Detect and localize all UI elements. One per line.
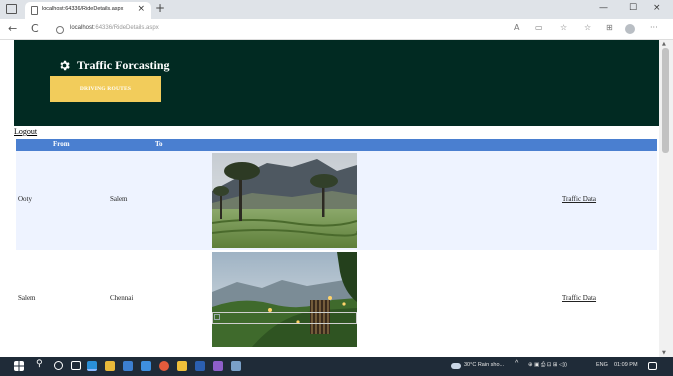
maximize-icon[interactable]: ☐ <box>629 3 637 13</box>
brand: Traffic Forcasting <box>58 58 170 73</box>
search-icon[interactable]: ⚲ <box>36 359 46 369</box>
tea-plantation-photo <box>212 153 357 248</box>
address-bar: ← C localhost:64336/RideDetails.aspx A ▭… <box>0 19 673 40</box>
read-aloud-icon[interactable]: A <box>514 23 519 32</box>
minimize-icon[interactable]: — <box>599 3 608 13</box>
close-window-icon[interactable]: × <box>653 3 661 13</box>
broken-image <box>212 312 357 324</box>
notifications-icon[interactable] <box>648 362 657 370</box>
favorites-list-icon[interactable]: ☆ <box>584 23 591 32</box>
tab-close-icon[interactable]: × <box>137 4 145 14</box>
favorites-star-icon[interactable]: ☆ <box>560 23 567 32</box>
column-header-from: From <box>53 140 70 148</box>
gear-icon <box>60 60 70 71</box>
tab-title: localhost:64336/RideDetails.aspx <box>42 6 124 12</box>
table-row: Salem Chennai Traffic Data <box>16 250 657 349</box>
table-header: From To <box>16 139 657 151</box>
broken-image-icon <box>214 314 220 320</box>
url-host: localhost <box>70 25 94 31</box>
driving-routes-button[interactable]: DRIVING ROUTES <box>50 76 161 102</box>
page-scrollbar[interactable]: ▲ ▼ <box>659 40 673 357</box>
browser-tab-bar: localhost:64336/RideDetails.aspx × + — ☐… <box>0 0 673 19</box>
back-icon[interactable]: ← <box>8 22 17 35</box>
page-viewport: Traffic Forcasting DRIVING ROUTES Logout… <box>0 40 659 357</box>
word-icon[interactable] <box>195 361 205 371</box>
traffic-data-link[interactable]: Traffic Data <box>562 294 596 302</box>
cortana-icon[interactable] <box>54 361 63 370</box>
cell-to: Chennai <box>110 294 134 302</box>
immersive-reader-icon[interactable]: ▭ <box>535 23 543 32</box>
browser-tab[interactable]: localhost:64336/RideDetails.aspx × <box>25 2 151 19</box>
site-header: Traffic Forcasting DRIVING ROUTES <box>14 40 659 126</box>
collections-icon[interactable]: ⊞ <box>606 23 613 32</box>
weather-text[interactable]: 30°C Rain sho... <box>464 362 504 368</box>
mail-icon[interactable] <box>123 361 133 371</box>
photos-icon[interactable] <box>231 361 241 371</box>
windows-icon[interactable] <box>14 361 24 371</box>
table-row: Ooty Salem Traffic Data <box>16 151 657 250</box>
scroll-up-arrow-icon[interactable]: ▲ <box>662 41 666 47</box>
show-hidden-icons-icon[interactable]: ^ <box>515 360 518 367</box>
site-info-icon[interactable] <box>56 26 64 34</box>
cell-to: Salem <box>110 195 128 203</box>
site-title: Traffic Forcasting <box>77 58 170 72</box>
page-icon <box>31 6 38 15</box>
column-header-to: To <box>155 140 163 148</box>
cell-from: Ooty <box>18 195 32 203</box>
logout-link[interactable]: Logout <box>14 127 37 136</box>
file-explorer-icon[interactable] <box>105 361 115 371</box>
tab-actions-icon[interactable] <box>6 4 17 14</box>
more-icon[interactable]: ··· <box>650 23 658 32</box>
tray-icons[interactable]: ⊕ ▣ ⎙ ⊡ ⊞ ◁)) <box>528 362 567 369</box>
profile-avatar[interactable] <box>625 24 635 34</box>
visual-studio-icon[interactable] <box>213 361 223 371</box>
weather-icon[interactable] <box>451 363 461 369</box>
store-icon[interactable] <box>141 361 151 371</box>
task-view-icon[interactable] <box>71 361 81 370</box>
url-path: :64336/RideDetails.aspx <box>93 25 159 31</box>
language-indicator[interactable]: ENG <box>596 362 608 368</box>
edge-icon[interactable] <box>87 361 97 371</box>
scroll-thumb[interactable] <box>662 48 669 153</box>
url-field[interactable]: localhost:64336/RideDetails.aspx <box>70 25 159 31</box>
clock[interactable]: 01:09 PM <box>614 362 638 368</box>
chrome-icon[interactable] <box>159 361 169 371</box>
traffic-data-link[interactable]: Traffic Data <box>562 195 596 203</box>
scroll-down-arrow-icon[interactable]: ▼ <box>662 350 666 356</box>
cell-from: Salem <box>18 294 36 302</box>
refresh-icon[interactable]: C <box>31 22 39 35</box>
hill-station-lights-photo <box>212 252 357 347</box>
taskbar: ⚲ 30°C Rain sho... ^ ⊕ ▣ ⎙ ⊡ ⊞ ◁)) ENG 0… <box>0 357 673 376</box>
app-icon[interactable] <box>177 361 187 371</box>
new-tab-icon[interactable]: + <box>155 1 165 15</box>
